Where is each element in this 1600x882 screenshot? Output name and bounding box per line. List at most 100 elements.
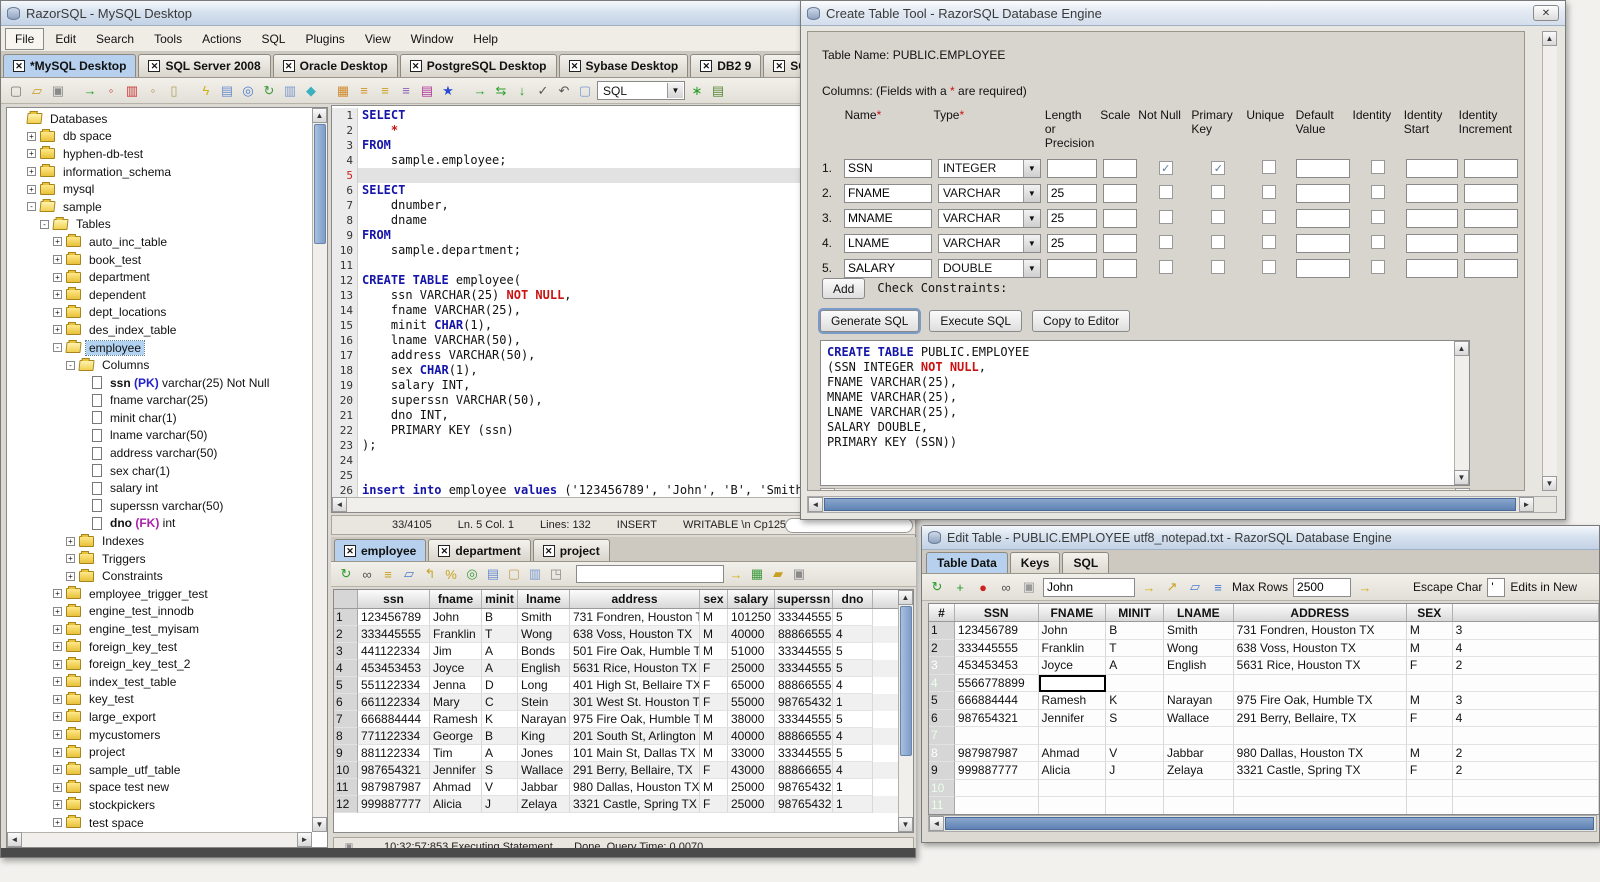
cell[interactable]: 40000	[728, 626, 775, 643]
delete-row-icon[interactable]: ●	[974, 578, 992, 596]
cell[interactable]: 401 High St, Bellaire TX	[570, 677, 700, 694]
cell[interactable]: John	[430, 609, 482, 626]
cell[interactable]: Alicia	[430, 796, 482, 813]
save-icon[interactable]: ▣	[49, 82, 67, 100]
scroll-down-button[interactable]: ▼	[1542, 476, 1557, 491]
cell[interactable]: F	[700, 677, 728, 694]
cell[interactable]: 987654321	[358, 762, 430, 779]
cell[interactable]: T	[1106, 639, 1164, 657]
cell[interactable]: 333445555	[775, 609, 833, 626]
cell[interactable]: 5	[833, 609, 873, 626]
cell[interactable]: 40000	[728, 728, 775, 745]
expand-icon[interactable]: +	[53, 818, 62, 828]
column-header-fname[interactable]: FNAME	[1039, 604, 1107, 621]
expand-icon[interactable]: +	[53, 325, 62, 335]
column-header-sex[interactable]: sex	[700, 590, 728, 608]
cell[interactable]	[1452, 797, 1599, 814]
find-in-file-icon[interactable]: ◎	[239, 82, 257, 100]
filter-icon[interactable]: ≡	[1209, 578, 1227, 596]
cell[interactable]: Bonds	[518, 643, 570, 660]
cell[interactable]: 5631 Rice, Houston TX	[1233, 657, 1407, 675]
cell[interactable]: V	[482, 779, 518, 796]
tree-item-sample[interactable]: - sample	[8, 198, 311, 216]
primary-key-checkbox[interactable]	[1211, 184, 1226, 199]
cell[interactable]: 4	[833, 762, 873, 779]
cell[interactable]: 43000	[728, 762, 775, 779]
key-arrow-icon[interactable]: ↰	[421, 565, 439, 583]
cell[interactable]	[1038, 674, 1107, 692]
cell[interactable]: English	[518, 660, 570, 677]
tree-item-address-varchar-50[interactable]: address varchar(50)	[8, 444, 311, 462]
cell[interactable]: 55000	[728, 694, 775, 711]
create-dialog-titlebar[interactable]: Create Table Tool - RazorSQL Database En…	[801, 1, 1565, 26]
max-rows-input[interactable]	[1293, 577, 1352, 597]
identity-increment-input[interactable]	[1463, 258, 1518, 278]
not-null-checkbox[interactable]	[1158, 209, 1173, 224]
cell[interactable]	[1233, 797, 1407, 814]
export-db-icon[interactable]: ◎	[463, 565, 481, 583]
tree-item-dno[interactable]: dno (FK) int	[8, 515, 311, 533]
table-row[interactable]: 2 333445555 Franklin T Wong 638 Voss, Houston…	[334, 626, 913, 643]
cell[interactable]: 33000	[728, 745, 775, 762]
cell[interactable]	[1106, 727, 1164, 745]
cell[interactable]: M	[1406, 744, 1453, 762]
cell[interactable]: A	[482, 745, 518, 762]
tree-item-columns[interactable]: - Columns	[8, 356, 311, 374]
add-row-icon[interactable]: +	[951, 578, 969, 596]
identity-checkbox[interactable]	[1371, 184, 1386, 199]
edit-grid-icon[interactable]: ▦	[748, 565, 766, 583]
cell[interactable]: 551122334	[358, 677, 430, 694]
cell[interactable]: Wong	[518, 626, 570, 643]
cell[interactable]: 2	[1452, 744, 1599, 762]
cell[interactable]: 638 Voss, Houston TX	[1233, 639, 1407, 657]
menu-item-actions[interactable]: Actions	[193, 29, 250, 49]
expand-icon[interactable]: +	[53, 694, 62, 704]
tree-item-project[interactable]: + project	[8, 743, 311, 761]
cell[interactable]: 3	[1452, 692, 1599, 710]
tree-item-salary-int[interactable]: salary int	[8, 479, 311, 497]
table-row[interactable]: 8 771122334 George B King 201 South St, Arlin…	[334, 728, 913, 745]
close-tab-icon[interactable]: ✕	[13, 60, 25, 72]
cell[interactable]: M	[700, 779, 728, 796]
go-icon[interactable]: →	[1356, 578, 1374, 596]
expand-icon[interactable]: +	[53, 659, 62, 669]
cell[interactable]: J	[482, 796, 518, 813]
menu-item-file[interactable]: File	[5, 27, 45, 50]
edit-window-titlebar[interactable]: Edit Table - PUBLIC.EMPLOYEE utf8_notepa…	[922, 526, 1599, 550]
cell[interactable]: King	[518, 728, 570, 745]
column-name-input[interactable]	[843, 158, 932, 178]
open-file-icon[interactable]: ▱	[28, 82, 46, 100]
cell[interactable]	[1106, 674, 1164, 692]
cell[interactable]: 5566778899	[954, 674, 1039, 692]
column-type-dropdown[interactable]: VARCHAR ▼	[937, 208, 1041, 228]
cell[interactable]	[1163, 727, 1234, 745]
scroll-up-button[interactable]: ▲	[1454, 341, 1469, 356]
cell[interactable]	[1406, 674, 1453, 692]
expand-icon[interactable]: +	[53, 237, 62, 247]
tree-item-tables[interactable]: - Tables	[8, 216, 311, 234]
length-input[interactable]	[1046, 258, 1097, 278]
not-null-checkbox[interactable]: ✓	[1158, 161, 1173, 176]
cell[interactable]: F	[700, 694, 728, 711]
cell[interactable]: Zelaya	[1163, 762, 1234, 780]
scroll-right-button[interactable]: ►	[1519, 497, 1534, 512]
messages-icon[interactable]: ▤	[709, 82, 727, 100]
cell[interactable]: 4	[833, 626, 873, 643]
tree-horizontal-scrollbar[interactable]: ◄ ►	[7, 832, 312, 847]
cell[interactable]: 666884444	[954, 692, 1039, 710]
cell[interactable]: Narayan	[1163, 692, 1234, 710]
edit-tab-table-data[interactable]: Table Data	[926, 552, 1008, 573]
unique-checkbox[interactable]	[1262, 209, 1277, 224]
commit-icon[interactable]: ✓	[534, 82, 552, 100]
results-search-input[interactable]	[576, 565, 724, 583]
dialog-vertical-scrollbar[interactable]: ▲ ▼	[1542, 31, 1557, 491]
cell[interactable]: 38000	[728, 711, 775, 728]
cell[interactable]: 441122334	[358, 643, 430, 660]
cell[interactable]: 888665555	[775, 626, 833, 643]
cell[interactable]: 3321 Castle, Spring TX	[1233, 762, 1407, 780]
tree-item-department[interactable]: + department	[8, 268, 311, 286]
expand-icon[interactable]: +	[66, 536, 75, 546]
locate-icon[interactable]: ↗	[1163, 578, 1181, 596]
identity-checkbox[interactable]	[1371, 209, 1386, 224]
cell[interactable]: 291 Berry, Bellaire, TX	[1233, 709, 1407, 727]
